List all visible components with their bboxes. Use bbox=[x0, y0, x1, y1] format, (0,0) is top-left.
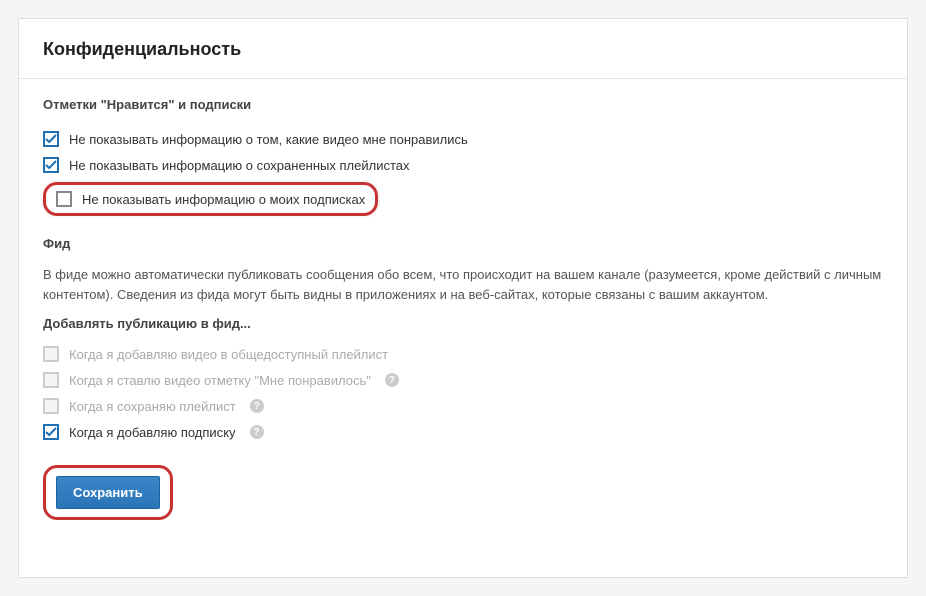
section-feed-description: В фиде можно автоматически публиковать с… bbox=[43, 265, 883, 304]
page-title: Конфиденциальность bbox=[43, 39, 883, 60]
checkbox-label: Не показывать информацию о том, какие ви… bbox=[69, 132, 468, 147]
privacy-settings-card: Конфиденциальность Отметки "Нравится" и … bbox=[18, 18, 908, 578]
checkmark-icon bbox=[45, 133, 57, 145]
section-likes-title: Отметки "Нравится" и подписки bbox=[43, 97, 883, 112]
checkbox-hide-liked-videos[interactable] bbox=[43, 131, 59, 147]
privacy-option-row: Не показывать информацию о сохраненных п… bbox=[43, 152, 883, 178]
help-icon[interactable]: ? bbox=[385, 373, 399, 387]
checkbox-label: Когда я ставлю видео отметку "Мне понрав… bbox=[69, 373, 371, 388]
checkbox-feed-save-playlist bbox=[43, 398, 59, 414]
section-feed-title: Фид bbox=[43, 236, 883, 251]
help-icon[interactable]: ? bbox=[250, 399, 264, 413]
checkbox-label: Когда я добавляю видео в общедоступный п… bbox=[69, 347, 388, 362]
save-button[interactable]: Сохранить bbox=[56, 476, 160, 509]
checkbox-hide-saved-playlists[interactable] bbox=[43, 157, 59, 173]
card-header: Конфиденциальность bbox=[19, 19, 907, 79]
checkbox-hide-subscriptions[interactable] bbox=[56, 191, 72, 207]
checkbox-label: Не показывать информацию о сохраненных п… bbox=[69, 158, 410, 173]
feed-option-row: Когда я добавляю подписку ? bbox=[43, 419, 883, 445]
help-icon[interactable]: ? bbox=[250, 425, 264, 439]
highlight-callout: Не показывать информацию о моих подписка… bbox=[43, 182, 378, 216]
card-body: Отметки "Нравится" и подписки Не показыв… bbox=[19, 79, 907, 544]
checkbox-label: Когда я добавляю подписку bbox=[69, 425, 236, 440]
feed-option-row: Когда я сохраняю плейлист ? bbox=[43, 393, 883, 419]
highlighted-option-container: Не показывать информацию о моих подписка… bbox=[43, 182, 883, 216]
checkbox-feed-add-public-playlist bbox=[43, 346, 59, 362]
checkmark-icon bbox=[45, 426, 57, 438]
checkmark-icon bbox=[45, 159, 57, 171]
feed-option-row: Когда я добавляю видео в общедоступный п… bbox=[43, 341, 883, 367]
checkbox-label: Когда я сохраняю плейлист bbox=[69, 399, 236, 414]
highlight-callout-save: Сохранить bbox=[43, 465, 173, 520]
checkbox-feed-like-video bbox=[43, 372, 59, 388]
checkbox-label: Не показывать информацию о моих подписка… bbox=[82, 192, 365, 207]
privacy-option-row: Не показывать информацию о том, какие ви… bbox=[43, 126, 883, 152]
feed-subheading: Добавлять публикацию в фид... bbox=[43, 316, 883, 331]
checkbox-feed-add-subscription[interactable] bbox=[43, 424, 59, 440]
feed-option-row: Когда я ставлю видео отметку "Мне понрав… bbox=[43, 367, 883, 393]
